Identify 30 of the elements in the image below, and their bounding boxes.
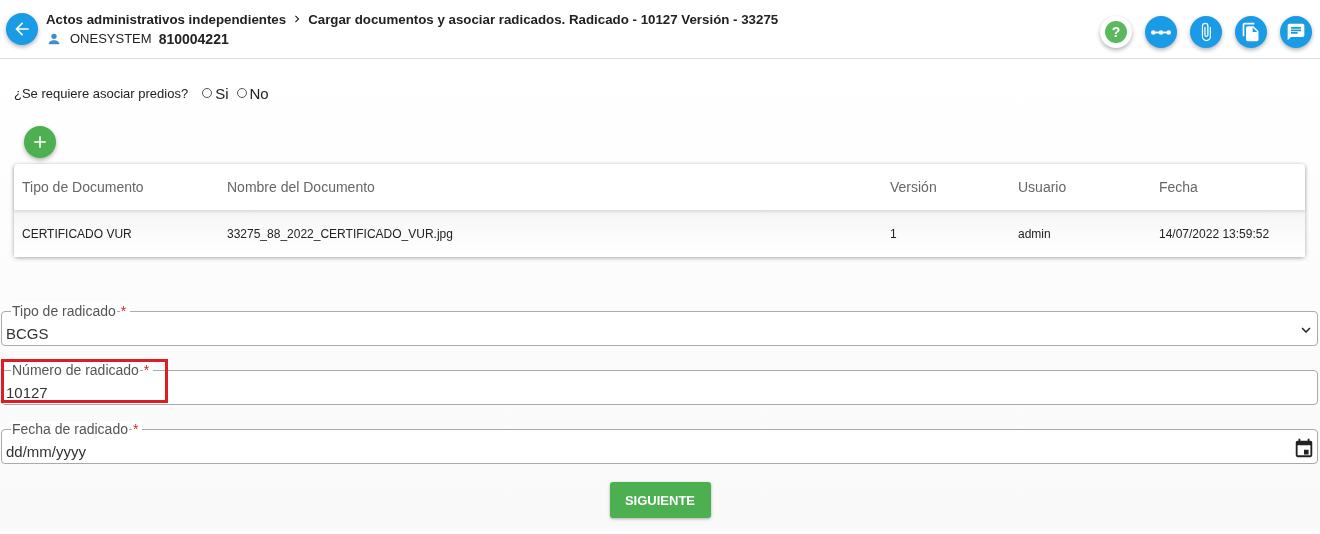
radio-option[interactable]: No	[236, 84, 269, 102]
field-label: Número de radicado	[11, 362, 140, 378]
breadcrumb-link[interactable]: Actos administrativos independientes	[46, 11, 287, 27]
column-header[interactable]: Tipo de Documento	[22, 179, 227, 195]
documents-icon	[1241, 22, 1261, 42]
page-title: Cargar documentos y asociar radicados. Radicado - 10127 Versión - 33275	[308, 11, 779, 27]
field-label: Fecha de radicado	[11, 421, 129, 437]
user-id: 810004221	[158, 30, 229, 47]
column-header[interactable]: Fecha	[1159, 179, 1305, 195]
column-header[interactable]: Versión	[890, 179, 1018, 195]
question-label: ¿Se requiere asociar predios?	[14, 85, 189, 101]
table-cell-text: CERTIFICADO VUR	[22, 226, 133, 241]
table-cell-text: 14/07/2022 13:59:52	[1159, 226, 1271, 241]
column-header[interactable]: Usuario	[1018, 179, 1159, 195]
attach-button[interactable]	[1190, 16, 1222, 48]
comments-button[interactable]	[1280, 16, 1312, 48]
radio-option[interactable]: Si	[202, 84, 229, 102]
user-name: ONESYSTEM	[70, 31, 152, 46]
message-icon	[1286, 22, 1306, 42]
table-cell-text: 1	[890, 226, 898, 241]
dots-line-icon	[1151, 29, 1171, 35]
field-label: Tipo de radicado	[11, 303, 117, 319]
timeline-button[interactable]	[1145, 16, 1177, 48]
add-button[interactable]	[24, 126, 56, 158]
back-button[interactable]	[6, 13, 38, 45]
table-cell-text: 33275_88_2022_CERTIFICADO_VUR.jpg	[227, 226, 454, 241]
calendar-icon	[1293, 437, 1315, 459]
column-header[interactable]: Nombre del Documento	[227, 179, 890, 195]
copy-button[interactable]	[1235, 16, 1267, 48]
table-cell-text: admin	[1018, 226, 1052, 241]
